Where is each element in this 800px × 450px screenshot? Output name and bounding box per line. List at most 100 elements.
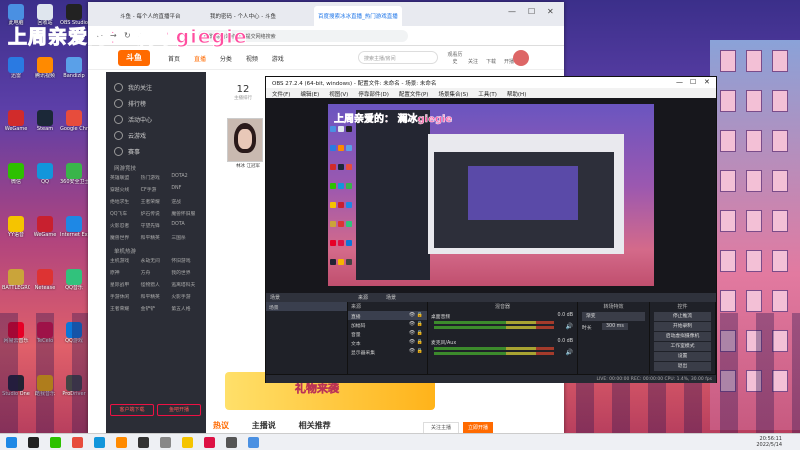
- visibility-lock-icon[interactable]: 👁 🔒: [409, 339, 423, 345]
- close-icon[interactable]: ✕: [547, 7, 554, 16]
- obs-control-button[interactable]: 启动虚拟摄像机: [654, 332, 711, 341]
- taskbar-app-icon[interactable]: [138, 437, 149, 448]
- obs-control-button[interactable]: 开始录制: [654, 322, 711, 331]
- visibility-lock-icon[interactable]: 👁 🔒: [409, 330, 423, 336]
- close-icon[interactable]: ✕: [704, 78, 710, 86]
- sidebar-category[interactable]: 炉石传说: [141, 210, 172, 217]
- visibility-lock-icon[interactable]: 👁 🔒: [409, 321, 423, 327]
- sidebar-category[interactable]: 热门游戏: [141, 174, 172, 181]
- taskbar-app-icon[interactable]: [226, 437, 237, 448]
- taskbar-app-icon[interactable]: [50, 437, 61, 448]
- sidebar-category[interactable]: 火影手游: [171, 293, 202, 300]
- sidebar-category[interactable]: DOTA: [171, 222, 202, 229]
- sidebar-category[interactable]: 王者荣耀: [141, 198, 172, 205]
- sidebar-category[interactable]: 英雄联盟: [110, 174, 141, 181]
- nav-game[interactable]: 游戏: [272, 56, 284, 63]
- taskbar-app-icon[interactable]: [160, 437, 171, 448]
- desktop-icon[interactable]: TeCelo: [31, 322, 59, 344]
- desktop-icon[interactable]: 微信: [2, 163, 30, 185]
- taskbar-app-icon[interactable]: [204, 437, 215, 448]
- taskbar-app-icon[interactable]: [94, 437, 105, 448]
- desktop-icon[interactable]: Studio One: [2, 375, 30, 397]
- desktop-icon[interactable]: Netease: [31, 269, 59, 291]
- desktop-icon[interactable]: 腾讯视频: [31, 57, 59, 79]
- sidebar-category[interactable]: DOTA2: [171, 174, 202, 181]
- tab-hot[interactable]: 热议: [213, 421, 229, 430]
- sidebar-category[interactable]: 逆战: [171, 198, 202, 205]
- nav-video[interactable]: 视频: [246, 56, 258, 63]
- sidebar-category[interactable]: 王者荣耀: [110, 305, 141, 312]
- site-logo[interactable]: 斗鱼: [118, 50, 150, 66]
- speaker-icon[interactable]: 🔊: [566, 349, 573, 356]
- desktop-icon[interactable]: 迅雷: [2, 57, 30, 79]
- taskbar-app-icon[interactable]: [248, 437, 259, 448]
- visibility-lock-icon[interactable]: 👁 🔒: [409, 312, 423, 318]
- sidebar-category[interactable]: CF手游: [141, 186, 172, 193]
- sidebar-category[interactable]: 我的世界: [171, 269, 202, 276]
- taskbar-app-icon[interactable]: [182, 437, 193, 448]
- start-stream-button[interactable]: 鱼吧开播: [157, 404, 201, 416]
- download-client-button[interactable]: 客户端下载: [110, 404, 154, 416]
- nav-live[interactable]: 直播: [194, 56, 206, 63]
- desktop-icon[interactable]: 网易云音乐: [2, 322, 30, 344]
- scene-item[interactable]: 场景: [266, 302, 347, 311]
- sidebar-category[interactable]: 火影忍者: [110, 222, 141, 229]
- transition-select[interactable]: 渐变: [582, 312, 645, 321]
- desktop-icon[interactable]: WeGame: [31, 216, 59, 238]
- browser-tab-active[interactable]: 百度搜索冰冰直播_热门游戏直播: [314, 6, 402, 26]
- desktop-icon[interactable]: 酷我音乐: [31, 375, 59, 397]
- desktop-icon[interactable]: QQ: [31, 163, 59, 185]
- desktop-icon[interactable]: YY语音: [2, 216, 30, 238]
- nav-home[interactable]: 首页: [168, 56, 180, 63]
- sidebar-category[interactable]: 守望先锋: [141, 222, 172, 229]
- sidebar-category[interactable]: 魔兽世界: [110, 234, 141, 241]
- obs-control-button[interactable]: 工作室模式: [654, 342, 711, 351]
- sidebar-category[interactable]: 手游休闲: [110, 293, 141, 300]
- speaker-icon[interactable]: 🔊: [566, 323, 573, 330]
- maximize-icon[interactable]: ☐: [528, 7, 535, 16]
- sidebar-category[interactable]: 第五人格: [171, 305, 202, 312]
- desktop-icon[interactable]: Google Chrome: [60, 110, 88, 132]
- sidebar-category[interactable]: DNF: [171, 186, 202, 193]
- desktop-icon[interactable]: Steam: [31, 110, 59, 132]
- sidebar-item-follow[interactable]: 我的关注: [106, 78, 206, 94]
- sidebar-category[interactable]: 主机游戏: [110, 257, 141, 264]
- download-icon[interactable]: 下载: [482, 58, 500, 65]
- obs-control-button[interactable]: 设置: [654, 352, 711, 361]
- sidebar-category[interactable]: 原神: [110, 269, 141, 276]
- minimize-icon[interactable]: —: [676, 78, 683, 86]
- tab-streamer-talk[interactable]: 主播说: [252, 421, 276, 430]
- desktop-icon[interactable]: QQ音乐: [60, 269, 88, 291]
- source-item[interactable]: 文本 👁 🔒: [348, 338, 427, 347]
- scene-tab[interactable]: 场景: [386, 294, 396, 301]
- sidebar-item-rank[interactable]: 排行榜: [106, 94, 206, 110]
- desktop-icon[interactable]: QQ游戏: [60, 322, 88, 344]
- sidebar-category[interactable]: 金铲铲: [141, 305, 172, 312]
- obs-preview[interactable]: 上周亲爱的： 澜冰giegie: [266, 98, 716, 293]
- sidebar-category[interactable]: 绝地求生: [110, 198, 141, 205]
- sidebar-item-esports[interactable]: 赛事: [106, 142, 206, 158]
- taskbar-clock[interactable]: 20:56:11 2022/5/14: [756, 436, 782, 448]
- sidebar-category[interactable]: 怪物猎人: [141, 281, 172, 288]
- site-search-input[interactable]: 搜索主播/房间: [358, 51, 438, 64]
- history-icon[interactable]: 观看历史: [446, 51, 464, 65]
- desktop-icon[interactable]: Internet Explorer: [60, 216, 88, 238]
- sidebar-category[interactable]: 永劫无间: [141, 257, 172, 264]
- sidebar-category[interactable]: 星际战甲: [110, 281, 141, 288]
- desktop-icon[interactable]: ProDriver: [60, 375, 88, 397]
- sidebar-category[interactable]: 方舟: [141, 269, 172, 276]
- minimize-icon[interactable]: —: [508, 7, 516, 16]
- streamer-thumbnail[interactable]: 林冰 江冠军: [227, 118, 263, 169]
- source-item[interactable]: 显示器采集 👁 🔒: [348, 347, 427, 356]
- taskbar-app-icon[interactable]: [6, 437, 17, 448]
- tab-related[interactable]: 相关推荐: [299, 421, 331, 430]
- sidebar-item-activity[interactable]: 活动中心: [106, 110, 206, 126]
- sidebar-category[interactable]: 和平精英: [141, 293, 172, 300]
- sidebar-category[interactable]: 逃离塔科夫: [171, 281, 202, 288]
- sidebar-category[interactable]: 穿越火线: [110, 186, 141, 193]
- sidebar-item-cloudgame[interactable]: 云游戏: [106, 126, 206, 142]
- source-item[interactable]: 音量 👁 🔒: [348, 329, 427, 338]
- follow-icon[interactable]: 关注: [464, 58, 482, 65]
- duration-input[interactable]: 300 ms: [602, 323, 628, 330]
- desktop-icon[interactable]: BATTLEGRO: [2, 269, 30, 291]
